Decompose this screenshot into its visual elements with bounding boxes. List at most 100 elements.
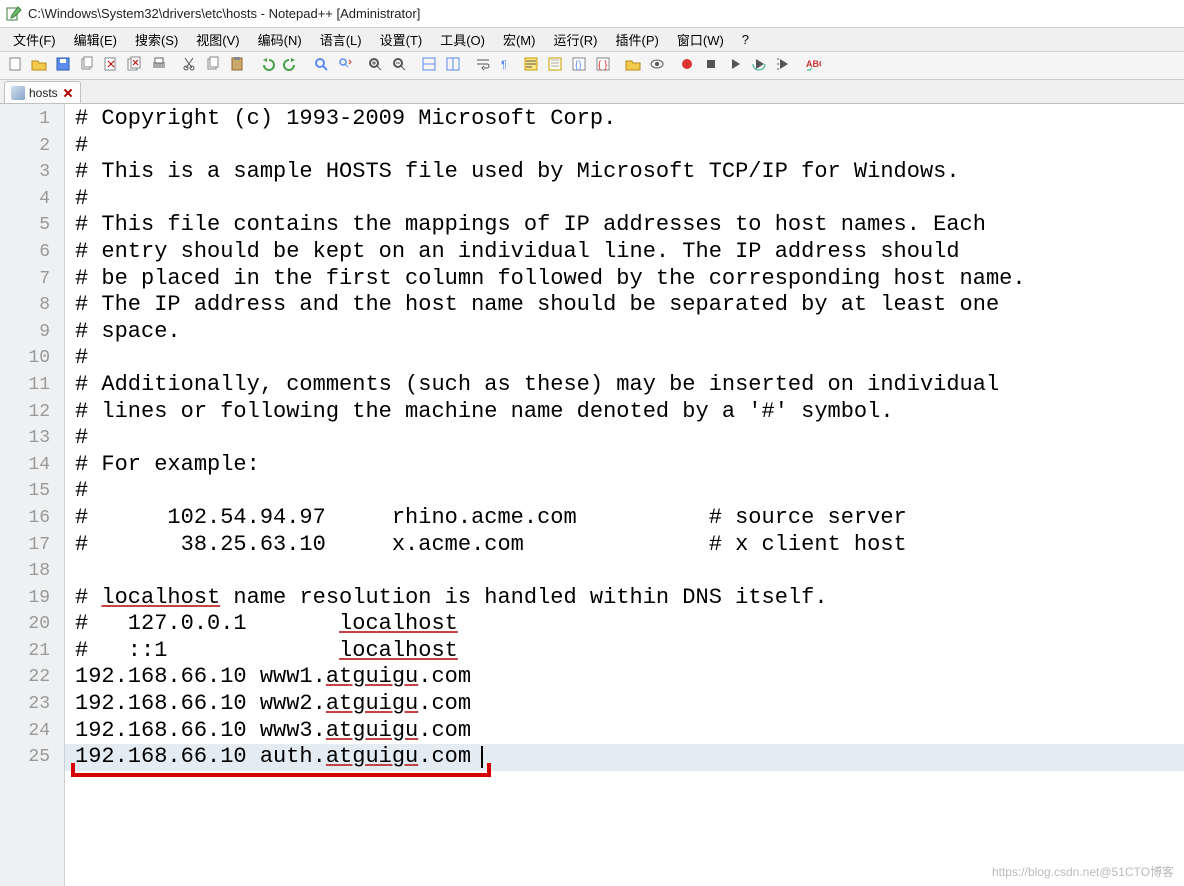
line-number: 19	[0, 585, 64, 612]
zoom-in-button[interactable]	[364, 55, 386, 77]
file-tab[interactable]: hosts	[4, 81, 81, 103]
line-number: 9	[0, 319, 64, 346]
highlight-button[interactable]	[520, 55, 542, 77]
fold-open-icon: { }	[595, 56, 611, 75]
code-line[interactable]: # 38.25.63.10 x.acme.com # x client host	[75, 532, 1184, 559]
line-number: 4	[0, 186, 64, 213]
close-icon	[103, 56, 119, 75]
close-icon[interactable]	[62, 87, 74, 99]
redo-button[interactable]	[280, 55, 302, 77]
folder-button[interactable]	[622, 55, 644, 77]
play-repeat-button[interactable]	[748, 55, 770, 77]
play-repeat-icon	[751, 56, 767, 75]
code-line[interactable]: # be placed in the first column followed…	[75, 266, 1184, 293]
code-line[interactable]: #	[75, 345, 1184, 372]
code-line[interactable]: # The IP address and the host name shoul…	[75, 292, 1184, 319]
wrap-icon	[475, 56, 491, 75]
line-number: 23	[0, 691, 64, 718]
guide-button[interactable]	[544, 55, 566, 77]
play-list-button[interactable]	[772, 55, 794, 77]
open-icon	[31, 56, 47, 75]
code-line[interactable]: # space.	[75, 319, 1184, 346]
code-line[interactable]: #	[75, 186, 1184, 213]
code-line[interactable]: # 102.54.94.97 rhino.acme.com # source s…	[75, 505, 1184, 532]
zoom-out-button[interactable]	[388, 55, 410, 77]
code-area[interactable]: # Copyright (c) 1993-2009 Microsoft Corp…	[65, 104, 1184, 886]
replace-button[interactable]	[334, 55, 356, 77]
menu-item[interactable]: 搜索(S)	[126, 28, 187, 51]
code-text[interactable]: # Copyright (c) 1993-2009 Microsoft Corp…	[65, 104, 1184, 771]
menu-item[interactable]: 工具(O)	[431, 28, 494, 51]
line-number: 5	[0, 212, 64, 239]
eye-button[interactable]	[646, 55, 668, 77]
copy-file-button[interactable]	[76, 55, 98, 77]
code-line[interactable]: # 127.0.0.1 localhost	[75, 611, 1184, 638]
cut-button[interactable]	[178, 55, 200, 77]
undo-button[interactable]	[256, 55, 278, 77]
code-line[interactable]: # Copyright (c) 1993-2009 Microsoft Corp…	[75, 106, 1184, 133]
svg-text:{}: {}	[575, 60, 582, 71]
menu-item[interactable]: 窗口(W)	[668, 28, 733, 51]
spellcheck-button[interactable]: ABC	[802, 55, 824, 77]
line-number: 20	[0, 611, 64, 638]
menu-item[interactable]: 宏(M)	[494, 28, 545, 51]
menu-item[interactable]: 文件(F)	[4, 28, 65, 51]
code-line[interactable]: # For example:	[75, 452, 1184, 479]
code-line[interactable]: #	[75, 133, 1184, 160]
find-button[interactable]	[310, 55, 332, 77]
code-line[interactable]: # entry should be kept on an individual …	[75, 239, 1184, 266]
code-line[interactable]: # This file contains the mappings of IP …	[75, 212, 1184, 239]
split-h-button[interactable]	[418, 55, 440, 77]
close-all-icon	[127, 56, 143, 75]
code-line[interactable]: #	[75, 425, 1184, 452]
code-line[interactable]: # lines or following the machine name de…	[75, 399, 1184, 426]
save-button[interactable]	[52, 55, 74, 77]
annotation-notch-right	[487, 763, 491, 777]
menu-item[interactable]: 设置(T)	[371, 28, 432, 51]
find-icon	[313, 56, 329, 75]
print-icon	[151, 56, 167, 75]
menu-item[interactable]: 编码(N)	[249, 28, 311, 51]
split-h-icon	[421, 56, 437, 75]
print-button[interactable]	[148, 55, 170, 77]
fold-button[interactable]: {}	[568, 55, 590, 77]
paste-button[interactable]	[226, 55, 248, 77]
close-button[interactable]	[100, 55, 122, 77]
stop-button[interactable]	[700, 55, 722, 77]
show-ws-button[interactable]: ¶	[496, 55, 518, 77]
play-list-icon	[775, 56, 791, 75]
open-button[interactable]	[28, 55, 50, 77]
editor-area[interactable]: 1234567891011121314151617181920212223242…	[0, 104, 1184, 886]
code-line[interactable]: # ::1 localhost	[75, 638, 1184, 665]
play-button[interactable]	[724, 55, 746, 77]
code-line[interactable]: 192.168.66.10 auth.atguigu.com	[75, 744, 1184, 771]
split-v-button[interactable]	[442, 55, 464, 77]
wrap-button[interactable]	[472, 55, 494, 77]
record-button[interactable]	[676, 55, 698, 77]
code-line[interactable]	[75, 558, 1184, 585]
annotation-underline	[71, 773, 491, 777]
menu-item[interactable]: 视图(V)	[187, 28, 248, 51]
code-line[interactable]: 192.168.66.10 www2.atguigu.com	[75, 691, 1184, 718]
new-button[interactable]	[4, 55, 26, 77]
copy-button[interactable]	[202, 55, 224, 77]
play-icon	[727, 56, 743, 75]
code-line[interactable]: # Additionally, comments (such as these)…	[75, 372, 1184, 399]
code-line[interactable]: #	[75, 478, 1184, 505]
menu-item[interactable]: 插件(P)	[607, 28, 668, 51]
watermark-text: https://blog.csdn.net@51CTO博客	[992, 863, 1174, 880]
tab-label: hosts	[29, 86, 58, 100]
menu-item[interactable]: 语言(L)	[311, 28, 371, 51]
guide-icon	[547, 56, 563, 75]
code-line[interactable]: 192.168.66.10 www3.atguigu.com	[75, 718, 1184, 745]
close-all-button[interactable]	[124, 55, 146, 77]
line-number: 10	[0, 345, 64, 372]
code-line[interactable]: # localhost name resolution is handled w…	[75, 585, 1184, 612]
menu-item[interactable]: 编辑(E)	[65, 28, 126, 51]
code-line[interactable]: 192.168.66.10 www1.atguigu.com	[75, 664, 1184, 691]
menu-item[interactable]: ?	[733, 30, 758, 49]
fold-open-button[interactable]: { }	[592, 55, 614, 77]
menu-item[interactable]: 运行(R)	[544, 28, 606, 51]
code-line[interactable]: # This is a sample HOSTS file used by Mi…	[75, 159, 1184, 186]
svg-text:{ }: { }	[598, 60, 608, 71]
